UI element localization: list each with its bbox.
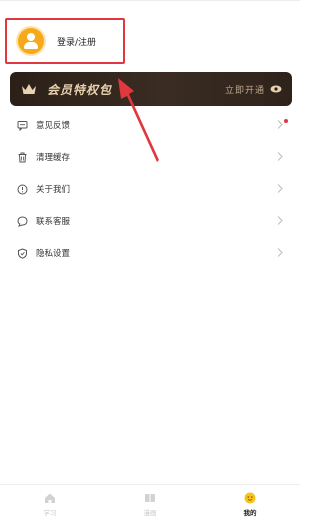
crown-icon (22, 84, 36, 94)
eye-icon (270, 85, 282, 93)
chevron-right-icon (277, 184, 283, 193)
home-icon (45, 493, 55, 503)
bottom-tab-bar: 学习 漫画 我的 (0, 484, 300, 522)
feedback-icon (17, 120, 28, 131)
chat-icon (17, 215, 28, 227)
menu-item-label: 隐私设置 (36, 249, 71, 259)
tab-mine[interactable]: 我的 (200, 485, 300, 522)
login-register-button[interactable]: 登录/注册 (5, 18, 125, 64)
tab-label: 我的 (243, 509, 257, 517)
menu-item-label: 清理缓存 (36, 153, 71, 163)
vip-open-now-button[interactable]: 立即开通 (225, 83, 265, 96)
chevron-right-icon (277, 120, 283, 129)
login-register-label: 登录/注册 (57, 37, 97, 48)
menu-item-about-us[interactable]: 关于我们 (0, 173, 300, 205)
menu-item-label: 联系客服 (36, 217, 71, 227)
book-icon (145, 494, 155, 502)
tab-study[interactable]: 学习 (0, 485, 100, 522)
tab-label: 漫画 (143, 509, 157, 517)
menu-item-label: 关于我们 (36, 185, 71, 195)
avatar-icon (18, 28, 44, 54)
profile-icon (244, 492, 256, 504)
top-divider (0, 0, 300, 1)
vip-title: 会员特权包 (47, 82, 113, 97)
chevron-right-icon (277, 248, 283, 257)
settings-menu: 意见反馈 清理缓存 关于我们 联系客服 隐私设置 (0, 109, 300, 269)
notification-dot (284, 119, 288, 123)
chevron-right-icon (277, 216, 283, 225)
shield-icon (18, 247, 27, 259)
chevron-right-icon (277, 152, 283, 161)
menu-item-label: 意见反馈 (36, 121, 71, 131)
vip-banner[interactable]: 会员特权包 立即开通 (10, 72, 292, 106)
info-icon (17, 184, 28, 194)
menu-item-privacy-settings[interactable]: 隐私设置 (0, 237, 300, 269)
menu-item-clear-cache[interactable]: 清理缓存 (0, 141, 300, 173)
trash-icon (18, 152, 27, 162)
menu-item-feedback[interactable]: 意见反馈 (0, 109, 300, 141)
tab-label: 学习 (43, 509, 57, 517)
menu-item-contact-support[interactable]: 联系客服 (0, 205, 300, 237)
tab-comics[interactable]: 漫画 (100, 485, 200, 522)
